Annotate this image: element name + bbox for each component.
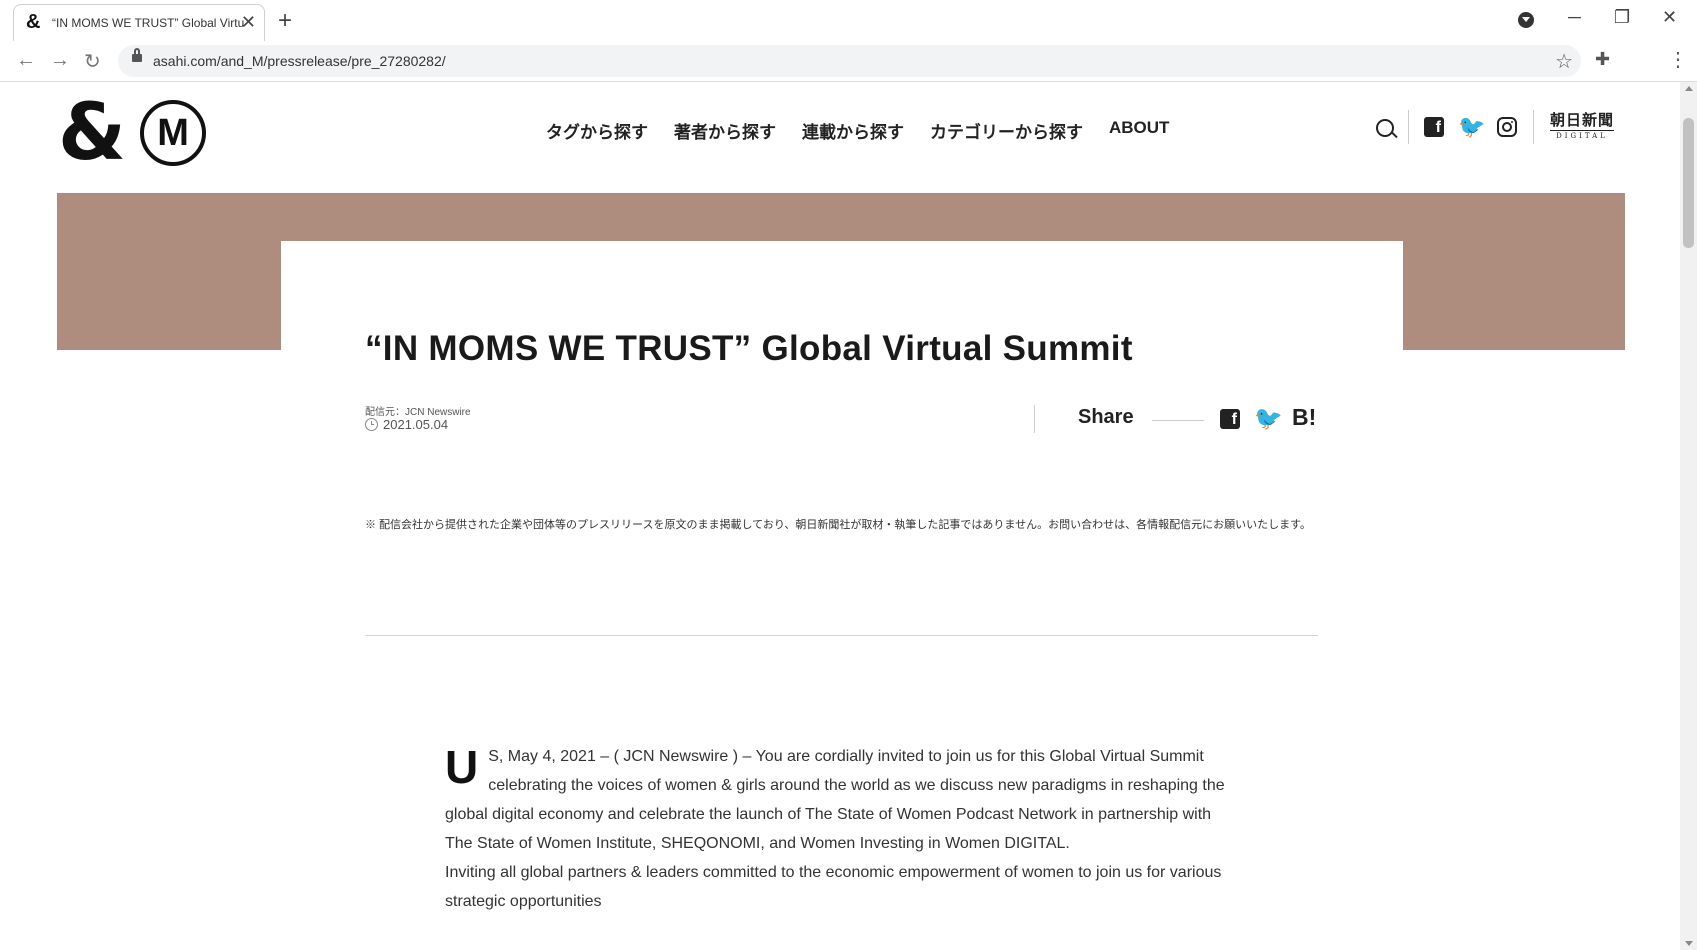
nav-item-series[interactable]: 連載から探す xyxy=(802,118,904,143)
web-page: & M タグから探す 著者から探す 連載から探す カテゴリーから探す ABOUT… xyxy=(0,82,1680,950)
nav-item-categories[interactable]: カテゴリーから探す xyxy=(930,118,1083,143)
new-tab-icon[interactable]: + xyxy=(278,7,292,35)
header-divider xyxy=(1533,110,1534,144)
article-source: 配信元：JCN Newswire xyxy=(365,407,471,418)
article-title: “IN MOMS WE TRUST” Global Virtual Summit xyxy=(365,329,1133,368)
share-twitter-icon[interactable]: 🐦 xyxy=(1254,405,1283,432)
paragraph-text: S, May 4, 2021 – ( JCN Newswire ) – You … xyxy=(445,748,1225,852)
logo-m-circle: M xyxy=(140,100,207,166)
nav-item-tags[interactable]: タグから探す xyxy=(546,118,648,143)
logo-ampersand: & xyxy=(58,88,127,178)
profile-dropdown-icon[interactable] xyxy=(1518,12,1534,28)
facebook-icon[interactable]: f xyxy=(1424,117,1444,137)
nav-item-about[interactable]: ABOUT xyxy=(1109,118,1169,143)
instagram-icon[interactable] xyxy=(1497,117,1517,137)
share-hatena-icon[interactable]: B! xyxy=(1292,404,1316,431)
bookmark-star-icon[interactable]: ☆ xyxy=(1555,49,1573,74)
scroll-thumb[interactable] xyxy=(1683,118,1694,248)
nav-item-authors[interactable]: 著者から探す xyxy=(674,118,776,143)
browser-tab[interactable]: & “IN MOMS WE TRUST” Global Virtual Summ… xyxy=(13,4,265,41)
extensions-puzzle-icon[interactable]: ✚ xyxy=(1595,49,1610,70)
close-window-icon[interactable]: ✕ xyxy=(1662,7,1677,28)
article-body: U S, May 4, 2021 – ( JCN Newswire ) – Yo… xyxy=(445,742,1235,916)
lock-icon xyxy=(132,48,142,62)
share-facebook-icon[interactable]: f xyxy=(1220,409,1240,429)
minimize-window-icon[interactable]: ─ xyxy=(1568,7,1581,28)
article-paragraph: Inviting all global partners & leaders c… xyxy=(445,864,1222,910)
clock-icon xyxy=(365,418,378,431)
scroll-up-arrow-icon[interactable] xyxy=(1685,86,1693,91)
asahi-digital-logo[interactable]: 朝日新聞 DIGITAL xyxy=(1550,111,1615,140)
close-tab-icon[interactable]: ✕ xyxy=(241,12,256,33)
press-release-disclaimer: ※ 配信会社から提供された企業や団体等のプレスリリースを原文のまま掲載しており、… xyxy=(365,519,1311,531)
address-bar[interactable]: asahi.com/and_M/pressrelease/pre_2728028… xyxy=(118,45,1581,77)
site-favicon-icon: & xyxy=(26,11,41,33)
restore-window-icon[interactable]: ❐ xyxy=(1614,7,1630,28)
twitter-icon[interactable]: 🐦 xyxy=(1458,114,1485,140)
header-divider xyxy=(1408,110,1409,144)
forward-icon[interactable]: → xyxy=(50,49,70,72)
asahi-logo-en: DIGITAL xyxy=(1550,130,1615,140)
article-date-row: 2021.05.04 xyxy=(365,417,448,432)
reload-icon[interactable]: ↻ xyxy=(84,49,101,74)
share-label: Share xyxy=(1078,406,1134,428)
site-logo[interactable]: & M xyxy=(58,88,207,178)
share-line xyxy=(1152,420,1204,421)
share-divider xyxy=(1034,405,1035,433)
article-paragraph: U S, May 4, 2021 – ( JCN Newswire ) – Yo… xyxy=(445,742,1235,858)
drop-cap: U xyxy=(445,741,479,793)
article-date: 2021.05.04 xyxy=(383,417,449,432)
scroll-down-arrow-icon[interactable] xyxy=(1685,941,1693,946)
page-scrollbar[interactable] xyxy=(1680,82,1697,950)
back-icon[interactable]: ← xyxy=(16,49,36,72)
tab-title: “IN MOMS WE TRUST” Global Virtual Summit xyxy=(52,16,244,30)
browser-menu-icon[interactable]: ⋮ xyxy=(1668,47,1688,72)
section-divider xyxy=(365,635,1318,636)
search-icon[interactable] xyxy=(1376,119,1394,137)
global-nav: タグから探す 著者から探す 連載から探す カテゴリーから探す ABOUT xyxy=(546,118,1169,143)
browser-tab-strip: & “IN MOMS WE TRUST” Global Virtual Summ… xyxy=(0,0,1697,41)
url-text[interactable]: asahi.com/and_M/pressrelease/pre_2728028… xyxy=(153,53,446,69)
asahi-logo-jp: 朝日新聞 xyxy=(1550,111,1615,129)
browser-toolbar: ← → ↻ asahi.com/and_M/pressrelease/pre_2… xyxy=(0,41,1697,82)
